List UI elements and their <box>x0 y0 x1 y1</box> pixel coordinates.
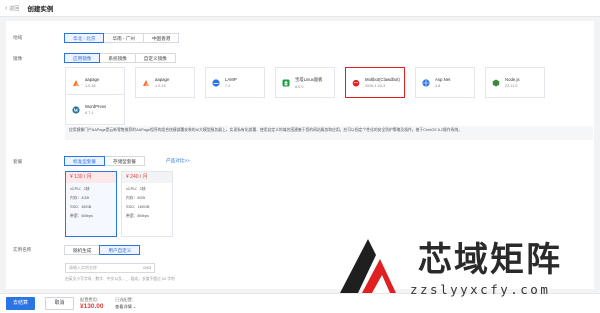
region-selector: 华北 - 北京 华南 - 广州 中国香港 <box>64 33 180 43</box>
region-label: 地域 <box>13 35 23 40</box>
region-option-beijing[interactable]: 华北 - 北京 <box>64 33 105 43</box>
tab-standard-package[interactable]: 标准型套餐 <box>64 156 105 166</box>
image-version: 1.0.16 <box>85 84 96 88</box>
view-details-link[interactable]: 查看详情 ⌄ <box>115 304 136 310</box>
option-custom-name[interactable]: 用户自定义 <box>99 245 141 255</box>
image-description: 应用镜像门户AAPage是云新零售推荐的AAPage程序的组合快捷部署安装的AI… <box>65 126 593 140</box>
tab-system-image[interactable]: 系统镜像 <box>99 53 136 63</box>
tier-memory: 内存：4GB <box>70 196 89 200</box>
tier-bandwidth: 带宽：8Mbps <box>126 214 149 218</box>
watermark: 芯域矩阵 zzslyyxcfy.com <box>336 232 598 312</box>
picked-config-label: 已选配置： <box>115 297 136 302</box>
watermark-logo-icon <box>340 239 396 293</box>
image-version: 1.0.15 <box>155 84 166 88</box>
image-type-tabs: 应用镜像 系统镜像 自定义镜像 <box>64 53 176 63</box>
instance-name-placeholder: 请输入实例名称 <box>69 265 97 270</box>
image-card-aapage-1015[interactable]: aapage 1.0.15 <box>135 67 195 98</box>
image-name: Moltbot(Clawdbot) <box>365 77 400 82</box>
package-label: 套餐 <box>13 159 23 164</box>
package-tier-130[interactable]: ¥ 130 / 月 vCPU：2核 内存：4GB SSD：80GB 带宽：6Mb… <box>65 171 117 237</box>
image-name: LAMP <box>225 77 237 82</box>
image-card-moltbot[interactable]: Moltbot(Clawdbot) 2026.1.24-3 <box>345 67 405 98</box>
instance-name-hint: 由英文小写字母、数字、中文以及 - _ . 组成，长度不超过 63 字符 <box>65 277 175 281</box>
tier-ssd: SSD：80GB <box>70 205 92 209</box>
aapage-icon <box>72 79 80 87</box>
tier-cpu: vCPU：2核 <box>126 187 146 191</box>
image-card-aspnet[interactable]: Asp.Net 4.8 <box>415 67 475 98</box>
image-card-lamp[interactable]: LAMP 7.4 <box>205 67 265 98</box>
tab-app-image[interactable]: 应用镜像 <box>64 53 101 63</box>
tier-price: ¥ 130 / 月 <box>66 172 116 183</box>
instance-name-mode: 随机生成 用户自定义 <box>64 245 141 255</box>
image-name: Node.js <box>505 77 520 82</box>
tier-cpu: vCPU：2核 <box>70 187 90 191</box>
image-card-wordpress[interactable]: W WordPress 6.7.1 <box>65 94 125 125</box>
image-card-baota[interactable]: 宝塔Linux面板 8.0.0 <box>275 67 335 98</box>
lamp-icon <box>212 78 220 87</box>
aspnet-icon <box>422 78 430 87</box>
aapage-icon <box>142 79 150 87</box>
watermark-url: zzslyyxcfy.com <box>410 282 551 297</box>
top-bar: ‹ 返回 创建实例 <box>0 0 600 17</box>
baota-icon <box>282 79 290 87</box>
tier-ssd: SSD：160GB <box>126 205 150 209</box>
tab-custom-image[interactable]: 自定义镜像 <box>134 53 176 63</box>
image-version: 4.8 <box>435 84 441 88</box>
back-button[interactable]: ‹ 返回 <box>5 5 19 12</box>
image-label: 镜像 <box>13 56 23 61</box>
tier-price: ¥ 240 / 月 <box>122 172 172 183</box>
char-counter: 0/63 <box>143 265 151 270</box>
image-version: 7.4 <box>225 84 231 88</box>
image-name: aapage <box>155 77 170 82</box>
region-option-hongkong[interactable]: 中国香港 <box>142 33 180 43</box>
fee-value: ¥130.00 <box>80 303 104 310</box>
compare-link[interactable]: 产品对比>> <box>166 158 190 164</box>
region-option-guangzhou[interactable]: 华南 - 广州 <box>103 33 144 43</box>
package-type-tabs: 标准型套餐 存储型套餐 <box>64 156 145 166</box>
cancel-button[interactable]: 取消 <box>45 297 74 310</box>
image-version: 8.0.0 <box>295 84 304 89</box>
image-name: 宝塔Linux面板 <box>295 76 323 82</box>
image-name: Asp.Net <box>435 77 451 82</box>
instance-name-label: 实例名称 <box>13 247 32 252</box>
image-version: 6.7.1 <box>85 111 94 115</box>
package-tier-240[interactable]: ¥ 240 / 月 vCPU：2核 内存：8GB SSD：160GB 带宽：8M… <box>121 171 173 237</box>
chevron-left-icon: ‹ <box>5 4 8 12</box>
instance-name-input[interactable]: 请输入实例名称 0/63 <box>65 263 155 273</box>
option-random-name[interactable]: 随机生成 <box>64 245 101 255</box>
wordpress-icon: W <box>72 105 80 114</box>
image-version: 2026.1.24-3 <box>365 84 386 88</box>
moltbot-icon <box>352 79 360 87</box>
tab-storage-package[interactable]: 存储型套餐 <box>103 156 145 166</box>
image-card-nodejs[interactable]: Node.js 22.11.0 <box>485 67 545 98</box>
image-name: WordPress <box>85 104 107 109</box>
tier-bandwidth: 带宽：6Mbps <box>70 214 93 218</box>
tier-memory: 内存：8GB <box>126 196 145 200</box>
svg-text:W: W <box>74 108 79 113</box>
nodejs-icon <box>492 79 500 87</box>
back-label: 返回 <box>9 5 20 12</box>
page-title: 创建实例 <box>27 6 54 13</box>
watermark-title: 芯域矩阵 <box>418 240 562 280</box>
checkout-button[interactable]: 去结算 <box>6 297 35 310</box>
image-version: 22.11.0 <box>505 84 518 88</box>
image-name: aapage <box>85 77 100 82</box>
